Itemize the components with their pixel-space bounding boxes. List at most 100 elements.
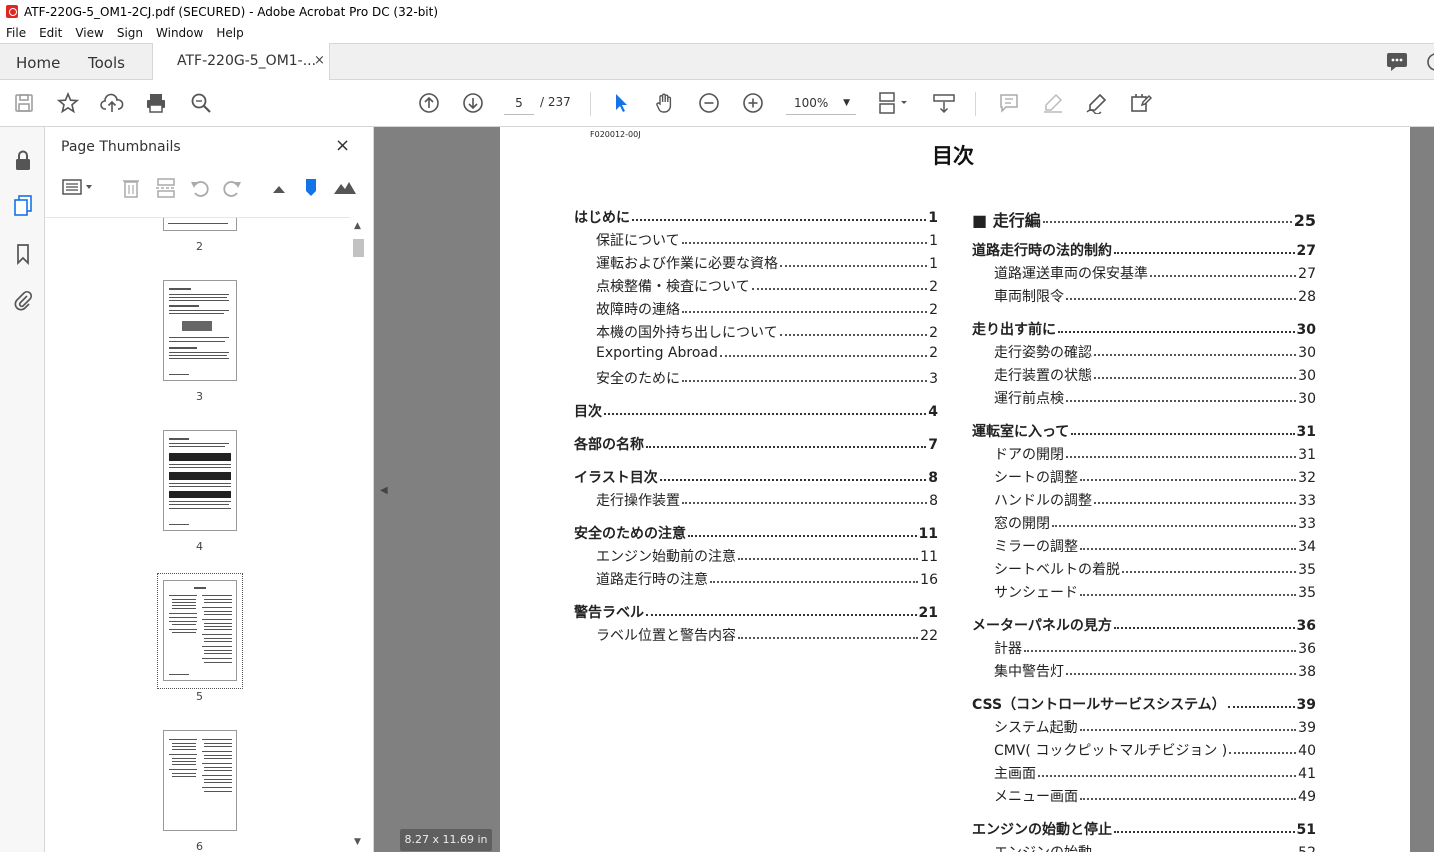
toc-entry-title: ミラーの調整 — [994, 539, 1078, 555]
menu-view[interactable]: View — [75, 26, 103, 40]
delete-page-icon[interactable] — [121, 177, 141, 204]
scroll-mode-icon[interactable] — [932, 91, 956, 115]
thumbnail-label: 4 — [196, 540, 203, 553]
toc-subentry: 安全のために 3 — [596, 368, 938, 388]
print-icon[interactable] — [144, 91, 168, 115]
lock-icon[interactable] — [12, 149, 34, 171]
toc-leader-dots — [688, 535, 917, 537]
zoom-search-icon[interactable] — [189, 91, 213, 115]
large-thumbnail-icon[interactable] — [333, 177, 357, 202]
extract-page-icon[interactable] — [155, 177, 177, 204]
toc-leader-dots — [1052, 525, 1297, 527]
select-cursor-icon[interactable] — [609, 91, 633, 115]
menu-window[interactable]: Window — [156, 26, 203, 40]
rotate-right-icon[interactable] — [221, 177, 243, 204]
page-layout-icon[interactable] — [876, 91, 912, 115]
toc-entry-title: ラベル位置と警告内容 — [596, 628, 736, 644]
toc-leader-dots — [604, 413, 927, 415]
small-thumbnail-icon[interactable] — [271, 177, 287, 202]
toc-entry-title: 警告ラベル — [574, 605, 644, 621]
help-icon[interactable] — [1424, 52, 1434, 77]
toc-leader-dots — [738, 637, 919, 639]
toc-subentry: 窓の開閉 33 — [994, 513, 1316, 533]
toc-subentry: 故障時の連絡 2 — [596, 299, 938, 319]
tab-document[interactable]: ATF-220G-5_OM1-... × — [152, 43, 330, 81]
toc-page-number: 28 — [1298, 289, 1316, 305]
thumbnail-list: 2 3 4 5 6 — [45, 217, 350, 852]
scroll-up-icon[interactable]: ▲ — [354, 221, 361, 231]
thumbnail-page-2[interactable] — [163, 218, 237, 231]
toc-entry-title: システム起動 — [994, 720, 1078, 736]
document-viewport[interactable]: ◀ F020012-00J 目次 はじめに 1 保証について 1 運転および作業に必要な… — [374, 127, 1434, 852]
toc-section: イラスト目次 8 — [574, 467, 938, 487]
hand-tool-icon[interactable] — [653, 91, 677, 115]
menu-help[interactable]: Help — [216, 26, 243, 40]
scrollbar-thumb[interactable] — [353, 239, 364, 257]
page-number-input[interactable]: 5 — [504, 91, 534, 115]
upload-cloud-icon[interactable] — [100, 91, 124, 115]
toc-subentry: シートベルトの着脱 35 — [994, 559, 1316, 579]
toc-subentry: ハンドルの調整 33 — [994, 490, 1316, 510]
collapse-panel-icon[interactable]: ◀ — [380, 485, 388, 496]
zoom-in-icon[interactable] — [741, 91, 765, 115]
save-icon[interactable] — [12, 91, 36, 115]
toc-section: ■ 走行編 25 — [972, 207, 1316, 231]
toc-entry-title: CMV( コックピットマルチビジョン ) — [994, 743, 1228, 759]
thumbnail-page-6[interactable] — [163, 730, 237, 831]
options-menu-icon[interactable] — [61, 177, 95, 202]
page-thumbnails-icon[interactable] — [12, 195, 34, 217]
toc-leader-dots — [1080, 594, 1297, 596]
main-toolbar: 5 / 237 100% ▼ — [0, 80, 1434, 127]
toc-page-number: 11 — [920, 549, 938, 565]
toc-leader-dots — [738, 558, 919, 560]
toc-entry-title: 道路運送車両の保安基準 — [994, 266, 1148, 282]
edit-tools-icon[interactable] — [1129, 91, 1153, 115]
panel-title: Page Thumbnails — [61, 139, 181, 155]
zoom-out-icon[interactable] — [697, 91, 721, 115]
toc-section: エンジンの始動と停止 51 — [972, 819, 1316, 839]
tab-tools[interactable]: Tools — [88, 54, 125, 72]
toc-leader-dots — [1227, 706, 1295, 708]
toc-entry-title: 安全のために — [596, 371, 680, 387]
menu-file[interactable]: File — [6, 26, 26, 40]
bookmark-icon[interactable] — [12, 243, 34, 265]
previous-page-icon[interactable] — [417, 91, 441, 115]
toc-page-number: 40 — [1298, 743, 1316, 759]
toolbar-divider — [975, 92, 976, 116]
thumbnail-page-4[interactable] — [163, 430, 237, 531]
toc-entry-title: シートの調整 — [994, 470, 1078, 486]
toc-page-number: 4 — [928, 404, 938, 420]
toc-entry-title: 点検整備・検査について — [596, 279, 750, 295]
thumbnail-page-5[interactable] — [163, 580, 237, 681]
star-icon[interactable] — [56, 91, 80, 115]
highlighter-icon[interactable] — [1041, 91, 1065, 115]
comment-icon[interactable] — [1386, 52, 1408, 77]
rotate-left-icon[interactable] — [189, 177, 211, 204]
toc-entry-title: 窓の開閉 — [994, 516, 1050, 532]
close-tab-icon[interactable]: × — [314, 53, 325, 68]
sign-pen-icon[interactable] — [1085, 91, 1109, 115]
toc-page-number: 32 — [1298, 470, 1316, 486]
toc-page-number: 34 — [1298, 539, 1316, 555]
menu-sign[interactable]: Sign — [117, 26, 143, 40]
thumbnail-toolbar — [55, 175, 365, 203]
toc-page-number: 30 — [1298, 345, 1316, 361]
menu-edit[interactable]: Edit — [39, 26, 62, 40]
thumbnail-page-3[interactable] — [163, 280, 237, 381]
toc-subentry: エンジン始動前の注意 11 — [596, 546, 938, 566]
attachment-icon[interactable] — [12, 289, 34, 311]
next-page-icon[interactable] — [461, 91, 485, 115]
toc-subentry: 走行操作装置 8 — [596, 490, 938, 510]
zoom-level-dropdown[interactable]: 100% ▼ — [786, 91, 856, 115]
scroll-down-icon[interactable]: ▼ — [354, 837, 361, 847]
thumbnail-size-slider[interactable] — [303, 177, 319, 204]
thumbnail-scrollbar[interactable]: ▲ ▼ — [350, 217, 367, 852]
sticky-note-icon[interactable] — [997, 91, 1021, 115]
toc-subentry: 車両制限令 28 — [994, 286, 1316, 306]
toc-entry-title: 運転および作業に必要な資格 — [596, 256, 778, 272]
toc-subentry: エンジンの始動 52 — [994, 842, 1316, 852]
toc-entry-title: 故障時の連絡 — [596, 302, 680, 318]
tab-home[interactable]: Home — [16, 54, 60, 72]
toc-entry-title: エンジンの始動 — [994, 842, 1092, 852]
close-panel-icon[interactable]: × — [335, 135, 350, 156]
